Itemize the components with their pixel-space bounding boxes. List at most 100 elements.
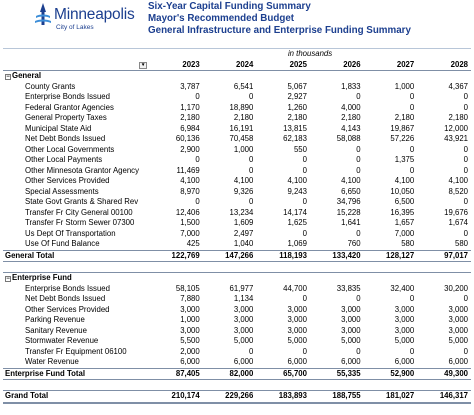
- source-label: Special Assessments: [3, 186, 150, 197]
- year-header: 2028: [417, 59, 471, 71]
- grand-total-row: Grand Total 210,174 229,266 183,893 188,755 1…: [3, 390, 471, 404]
- group-total-cell: 122,769: [149, 249, 203, 262]
- amount-cell: 1,500: [180, 218, 200, 227]
- group-header: − Enterprise Fund: [3, 272, 471, 284]
- source-label: Stormwater Revenue: [3, 336, 150, 347]
- group-header-row[interactable]: − General: [3, 70, 471, 82]
- amount-cell: 2,900: [149, 144, 203, 155]
- report-title: Six-Year Capital Funding Summary: [148, 1, 311, 12]
- amount-cell: 2,180: [233, 113, 254, 122]
- collapse-minus-icon[interactable]: −: [5, 276, 11, 282]
- amount-cell: 4,100: [233, 176, 254, 185]
- table-row: Sanitary Revenue 3,000 3,000 3,000 3,000 3,00…: [3, 326, 471, 337]
- year-header: 2026: [309, 59, 364, 71]
- collapse-minus-icon[interactable]: −: [5, 74, 11, 80]
- amount-cell: 0: [417, 228, 471, 239]
- amount-cell: 19,676: [417, 207, 471, 218]
- year-header: 2024: [202, 59, 257, 71]
- amount-cell: 43,921: [444, 134, 468, 143]
- group-header: − General: [3, 70, 471, 82]
- amount-cell: 2,927: [287, 92, 307, 101]
- amount-cell: 19,867: [363, 123, 418, 134]
- amount-cell: 1,000: [363, 81, 418, 92]
- amount-cell: 61,977: [229, 283, 254, 293]
- source-label: State Govt Grants & Shared Rev: [25, 197, 139, 206]
- report-titles: Six-Year Capital Funding Summary Mayor's…: [148, 1, 411, 37]
- grand-total-spacer: [3, 380, 471, 391]
- amount-cell: 14,174: [256, 207, 310, 218]
- amount-cell: 580: [454, 239, 468, 248]
- amount-cell: 3,000: [202, 315, 257, 326]
- unit-row: in thousands: [3, 48, 471, 60]
- group-total-label: Enterprise Fund Total: [3, 367, 150, 380]
- amount-cell: 62,183: [283, 134, 307, 143]
- table-row: General Property Taxes 2,180 2,180 2,180 2,1…: [3, 113, 471, 124]
- amount-cell: 2,180: [287, 113, 307, 122]
- amount-cell: 760: [347, 239, 361, 248]
- amount-cell: 30,200: [444, 283, 468, 293]
- source-label: Sanitary Revenue: [25, 325, 87, 335]
- city-skyline-icon: [35, 3, 51, 25]
- amount-cell: 2,180: [448, 113, 468, 122]
- logo-tagline: City of Lakes: [56, 24, 94, 31]
- table-row: Municipal State Aid 6,984 16,191 13,815 4,14…: [3, 123, 471, 134]
- amount-cell: 6,500: [394, 197, 415, 206]
- group-total-cell: 65,700: [256, 367, 310, 380]
- grand-total-cell: 181,027: [363, 390, 418, 404]
- amount-cell: 3,000: [448, 325, 468, 335]
- report-subtitle: Mayor's Recommended Budget: [148, 13, 295, 24]
- amount-cell: 0: [417, 102, 471, 113]
- amount-cell: 3,787: [149, 81, 203, 92]
- amount-cell: 3,000: [180, 325, 200, 335]
- amount-cell: 0: [309, 228, 364, 239]
- group-header-row[interactable]: − Enterprise Fund: [3, 272, 471, 284]
- source-label: Enterprise Bonds Issued: [25, 283, 110, 293]
- amount-cell: 12,406: [149, 207, 203, 218]
- source-label: Us Dept Of Transportation: [3, 228, 150, 239]
- amount-cell: 0: [363, 144, 418, 155]
- group-total-row: General Total 122,769 147,266 118,193 133,42…: [3, 249, 471, 262]
- report-name: General Infrastructure and Enterprise Fu…: [148, 25, 411, 36]
- table-row: Enterprise Bonds Issued 58,105 61,977 44,70…: [3, 284, 471, 295]
- amount-cell: 57,226: [390, 134, 415, 143]
- amount-cell: 4,100: [287, 176, 307, 185]
- filter-dropdown-icon[interactable]: ▾: [139, 62, 148, 70]
- grand-total-cell: 210,174: [149, 390, 203, 404]
- amount-cell: 0: [363, 294, 418, 305]
- amount-cell: 7,000: [363, 228, 418, 239]
- table-row: Enterprise Bonds Issued 0 0 2,927 0 0 0: [3, 92, 471, 103]
- amount-cell: 11,469: [149, 165, 203, 176]
- city-logo: Minneapolis City of Lakes: [34, 2, 135, 42]
- amount-cell: 5,067: [256, 81, 310, 92]
- source-label: County Grants: [3, 81, 150, 92]
- amount-cell: 0: [195, 197, 200, 206]
- amount-cell: 3,000: [363, 315, 418, 326]
- grand-total-cell: 188,755: [309, 390, 364, 404]
- amount-cell: 4,100: [180, 176, 200, 185]
- amount-cell: 2,497: [202, 228, 257, 239]
- table-row: Us Dept Of Transportation 7,000 2,497 0 0 7,0…: [3, 228, 471, 239]
- group-total-row: Enterprise Fund Total 87,405 82,000 65,700 5…: [3, 367, 471, 380]
- amount-cell: 3,000: [287, 325, 307, 335]
- table-row: State Govt Grants & Shared Rev 0 0 0 34,796 6…: [3, 197, 471, 208]
- year-header: 2023: [149, 59, 203, 71]
- amount-cell: 4,367: [417, 81, 471, 92]
- amount-cell: 3,000: [256, 315, 310, 326]
- group-total-cell: 82,000: [202, 367, 257, 380]
- filter-cell: ▾: [3, 59, 150, 71]
- table-row: Other Services Provided 4,100 4,100 4,100 4,…: [3, 176, 471, 187]
- amount-cell: 15,228: [309, 207, 364, 218]
- table-row: Transfer Fr Equipment 06100 2,000 0 0 0 0 0: [3, 347, 471, 358]
- amount-cell: 3,000: [341, 325, 361, 335]
- year-header-row: ▾ 2023 2024 2025 2026 2027 2028: [3, 59, 471, 71]
- amount-cell: 5,000: [363, 336, 418, 347]
- logo-wordmark: Minneapolis: [54, 6, 135, 23]
- amount-cell: 550: [256, 144, 310, 155]
- amount-cell: 6,000: [149, 357, 203, 368]
- group-total-cell: 55,335: [309, 367, 364, 380]
- table-row: Net Debt Bonds Issued 7,880 1,134 0 0 0 0: [3, 294, 471, 305]
- amount-cell: 580: [401, 239, 415, 248]
- amount-cell: 0: [463, 346, 468, 356]
- amount-cell: 1,069: [287, 239, 307, 248]
- amount-cell: 0: [356, 92, 361, 101]
